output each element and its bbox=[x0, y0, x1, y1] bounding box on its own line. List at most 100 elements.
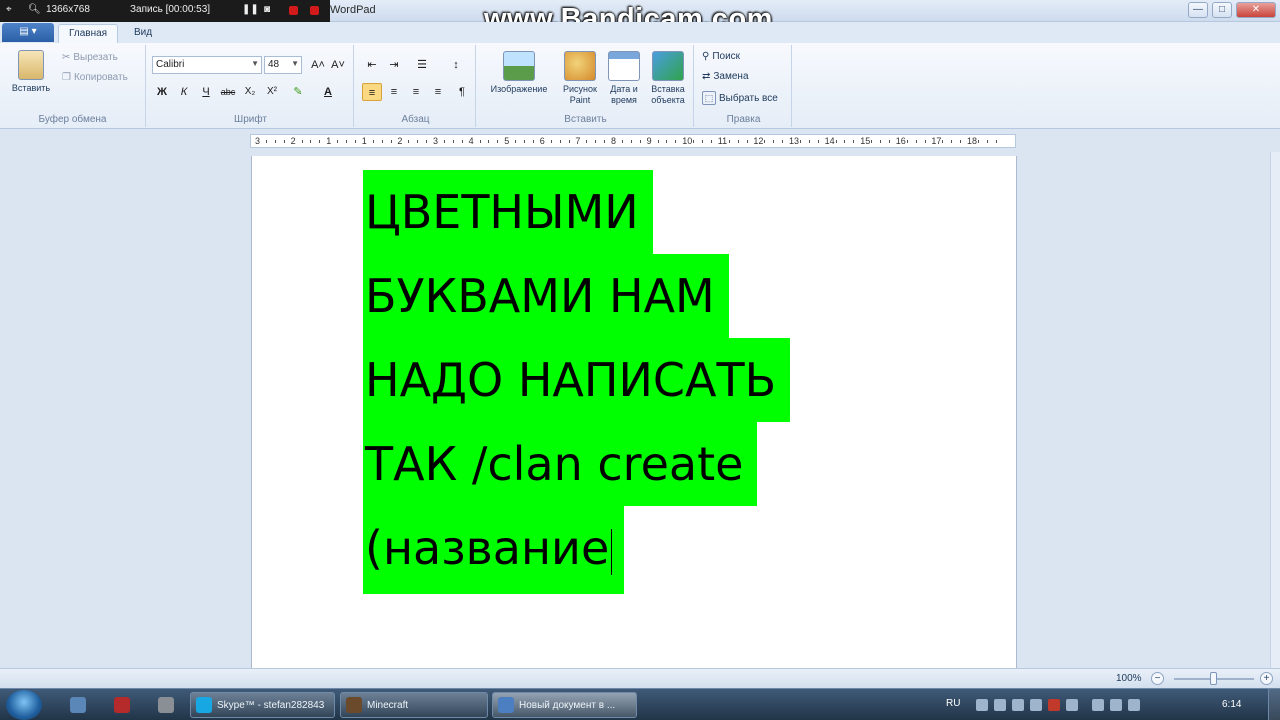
show-desktop-button[interactable] bbox=[1268, 689, 1280, 720]
ruler-tick bbox=[390, 140, 392, 143]
tray-icon[interactable] bbox=[1066, 699, 1078, 711]
tray-icon[interactable] bbox=[1048, 699, 1060, 711]
ruler-tick bbox=[497, 140, 499, 143]
highlighted-text: ТАК /clan create bbox=[363, 422, 758, 506]
decrease-indent-button[interactable]: ⇤ bbox=[362, 56, 382, 74]
stop-icon[interactable] bbox=[289, 6, 298, 15]
increase-indent-button[interactable]: ⇥ bbox=[384, 56, 404, 74]
tray-icon[interactable] bbox=[1012, 699, 1024, 711]
insert-group-label: Вставить bbox=[564, 114, 607, 125]
taskbar: Skype™ - stefan282843 Minecraft Новый до… bbox=[0, 688, 1280, 720]
pause-icon[interactable]: ❚❚ bbox=[242, 4, 259, 15]
grow-font-button[interactable]: A˄ bbox=[308, 56, 328, 74]
ruler-tick bbox=[461, 140, 463, 143]
ruler-tick bbox=[808, 140, 810, 143]
align-right-button[interactable]: ≡ bbox=[406, 83, 426, 101]
app-icon[interactable] bbox=[114, 697, 130, 713]
picture-icon bbox=[503, 51, 535, 81]
zoom-slider-thumb[interactable] bbox=[1210, 672, 1217, 685]
font-family-select[interactable]: Calibri ▼ bbox=[152, 56, 262, 74]
zoom-in-button[interactable]: + bbox=[1260, 672, 1273, 685]
insert-object-button[interactable]: Вставка объекта bbox=[646, 51, 690, 106]
ruler-tick bbox=[835, 140, 837, 143]
tray-icon[interactable] bbox=[994, 699, 1006, 711]
window-controls: — □ ✕ bbox=[1188, 2, 1276, 18]
font-group: Calibri ▼ 48 ▼ A˄ A˅ Ж К Ч abc X₂ X² ✎ A… bbox=[148, 45, 354, 127]
highlight-color-button[interactable]: ✎ bbox=[288, 83, 308, 101]
ruler-tick bbox=[630, 140, 632, 143]
align-center-button[interactable]: ≡ bbox=[384, 83, 404, 101]
volume-icon[interactable] bbox=[1110, 699, 1122, 711]
list-button[interactable]: ☰ bbox=[408, 56, 436, 74]
select-all-button[interactable]: ⬚ Выбрать все bbox=[702, 91, 778, 105]
insert-picture-button[interactable]: Изображение bbox=[484, 51, 554, 95]
line-spacing-button[interactable]: ↕ bbox=[442, 56, 470, 74]
app-menu-button[interactable]: ▤ ▾ bbox=[2, 23, 54, 42]
document-page[interactable]: ЦВЕТНЫМИ БУКВАМИ НАМ НАДО НАПИСАТЬ ТАК /… bbox=[251, 156, 1017, 668]
start-button[interactable] bbox=[6, 690, 42, 720]
shrink-font-button[interactable]: A˅ bbox=[328, 56, 348, 74]
underline-button[interactable]: Ч bbox=[196, 83, 216, 101]
justify-button[interactable]: ≡ bbox=[428, 83, 448, 101]
ruler-tick bbox=[728, 140, 730, 143]
find-button[interactable]: ⚲ Поиск bbox=[702, 51, 740, 62]
taskbar-button-skype[interactable]: Skype™ - stefan282843 bbox=[190, 692, 335, 718]
language-indicator[interactable]: RU bbox=[946, 698, 960, 709]
paste-button[interactable]: Вставить bbox=[6, 50, 56, 94]
vertical-scrollbar[interactable] bbox=[1270, 152, 1280, 668]
tray-icon[interactable] bbox=[1128, 699, 1140, 711]
document-line[interactable]: НАДО НАПИСАТЬ bbox=[363, 338, 791, 422]
strikethrough-button[interactable]: abc bbox=[218, 83, 238, 101]
ruler-tick bbox=[265, 140, 267, 143]
horizontal-ruler[interactable]: 3 2 1 1 2 3 4 5 6 7 8 9 10 11 12 13 14 15 16 17 18 bbox=[250, 134, 1016, 148]
paragraph-dialog-button[interactable]: ¶ bbox=[452, 83, 472, 101]
ruler-label: 5 bbox=[504, 136, 510, 146]
desktop-icon[interactable] bbox=[70, 697, 86, 713]
copy-button[interactable]: ❐ Копировать bbox=[62, 72, 128, 83]
tab-home[interactable]: Главная bbox=[58, 24, 119, 43]
tray-icon[interactable] bbox=[1030, 699, 1042, 711]
ruler-label: 1 bbox=[326, 136, 332, 146]
tray-icon[interactable] bbox=[976, 699, 988, 711]
ruler-tick bbox=[666, 140, 668, 143]
taskbar-button-wordpad[interactable]: Новый документ в ... bbox=[492, 692, 637, 718]
cut-button[interactable]: ✂ Вырезать bbox=[62, 52, 118, 63]
tab-view[interactable]: Вид bbox=[124, 24, 162, 43]
text-color-button[interactable]: A bbox=[318, 83, 338, 101]
document-line[interactable]: БУКВАМИ НАМ bbox=[363, 254, 729, 338]
ruler-label: 10 bbox=[682, 136, 693, 146]
ruler-tick bbox=[702, 140, 703, 143]
document-line[interactable]: (название bbox=[363, 506, 625, 594]
document-line[interactable]: ТАК /clan create bbox=[363, 422, 758, 506]
italic-button[interactable]: К bbox=[174, 83, 194, 101]
ruler-tick bbox=[844, 140, 846, 143]
search-icon[interactable]: 🔍︎ bbox=[28, 4, 41, 15]
crosshair-icon[interactable]: ⌖ bbox=[6, 4, 12, 15]
find-label: Поиск bbox=[712, 51, 741, 62]
bold-button[interactable]: Ж bbox=[152, 83, 172, 101]
network-icon[interactable] bbox=[1092, 699, 1104, 711]
zoom-level: 100% bbox=[1116, 673, 1142, 684]
record-icon[interactable] bbox=[310, 6, 319, 15]
date-time-button[interactable]: Дата и время bbox=[604, 51, 644, 106]
superscript-button[interactable]: X² bbox=[262, 83, 282, 101]
font-size-select[interactable]: 48 ▼ bbox=[264, 56, 302, 74]
paint-drawing-button[interactable]: Рисунок Paint bbox=[558, 51, 602, 106]
zoom-out-button[interactable]: − bbox=[1151, 672, 1164, 685]
minimize-button[interactable]: — bbox=[1188, 2, 1208, 18]
taskbar-button-minecraft[interactable]: Minecraft bbox=[340, 692, 488, 718]
camera-icon[interactable]: ◙ bbox=[264, 4, 270, 15]
maximize-button[interactable]: □ bbox=[1212, 2, 1232, 18]
ruler-tick bbox=[319, 140, 321, 143]
close-button[interactable]: ✕ bbox=[1236, 2, 1276, 18]
text-cursor bbox=[611, 528, 613, 575]
insert-group: Изображение Рисунок Paint Дата и время В… bbox=[478, 45, 694, 127]
align-left-button[interactable]: ≡ bbox=[362, 83, 382, 101]
replace-button[interactable]: ⇄ Замена bbox=[702, 71, 749, 82]
app-icon[interactable] bbox=[158, 697, 174, 713]
chevron-down-icon: ▼ bbox=[251, 59, 259, 68]
document-line[interactable]: ЦВЕТНЫМИ bbox=[363, 170, 653, 254]
clipboard-group-label: Буфер обмена bbox=[38, 114, 107, 125]
clock[interactable]: 6:14 bbox=[1222, 699, 1241, 710]
subscript-button[interactable]: X₂ bbox=[240, 83, 260, 101]
